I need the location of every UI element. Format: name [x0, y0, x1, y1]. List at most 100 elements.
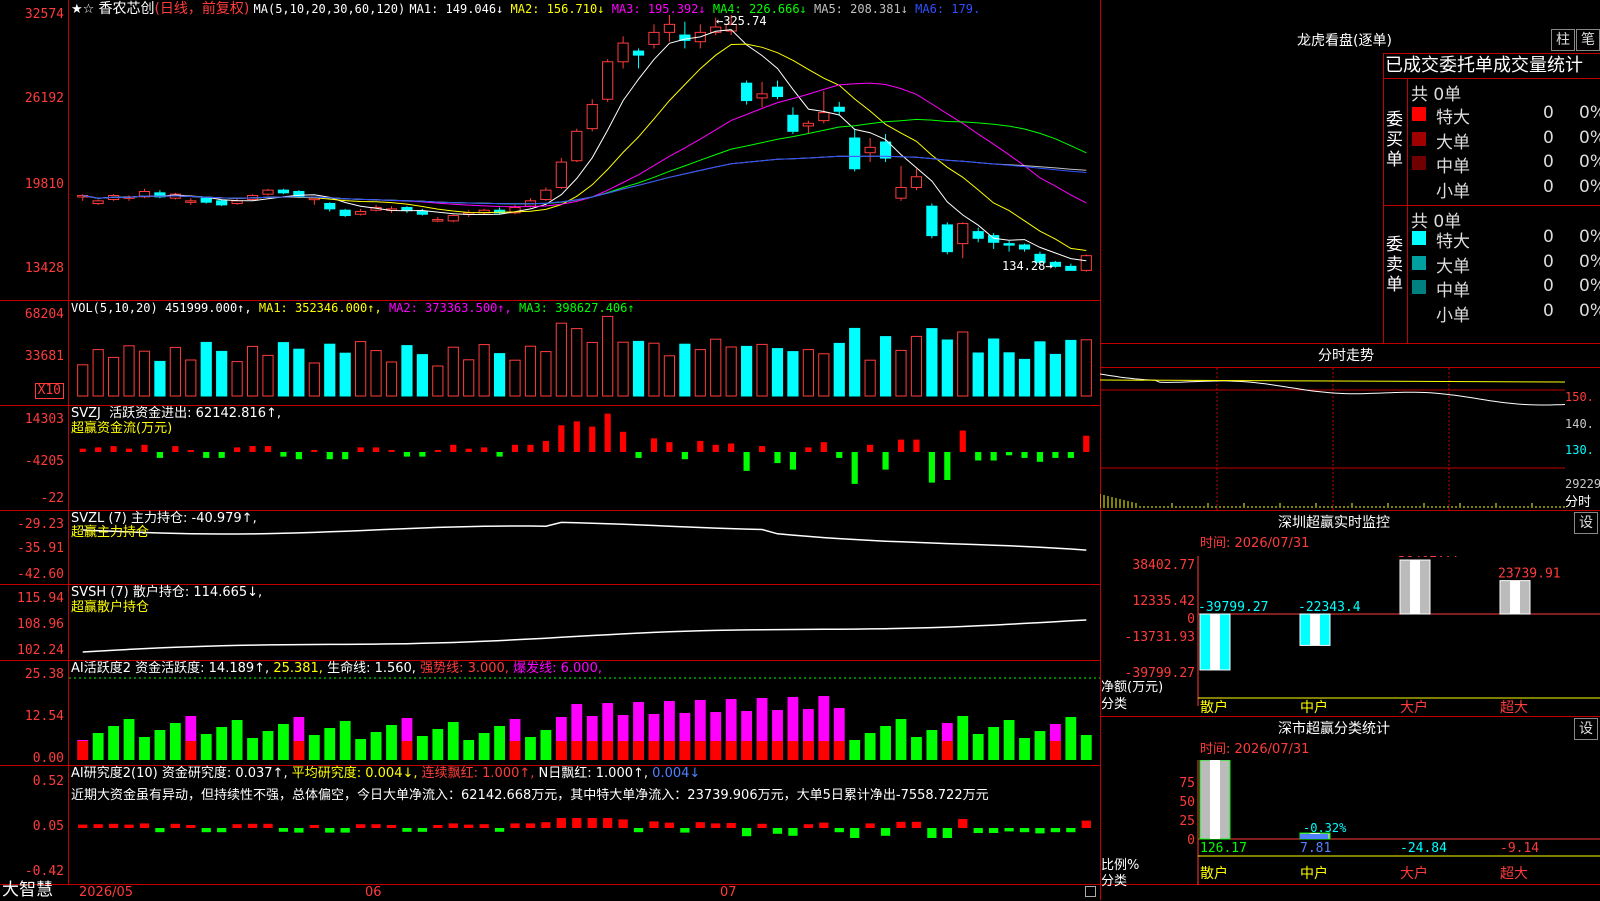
ai-bar — [386, 725, 397, 760]
ai2-bar — [448, 823, 458, 828]
divider — [1407, 78, 1408, 343]
ai2-bar — [433, 825, 443, 828]
ai-bar-base — [1049, 741, 1061, 760]
volume-bar — [941, 339, 953, 397]
date-label: 2026/05 — [79, 885, 134, 900]
ai2-header: AI研究度2(10) 资金研究度: 0.037↑, 平均研究度: 0.004↓,… — [71, 766, 701, 781]
monitor-settings-button[interactable]: 设 — [1574, 512, 1598, 534]
ai-bar-base — [555, 741, 567, 760]
svsh-tick: 108.96 — [17, 617, 64, 632]
ai-bar-base — [664, 741, 675, 760]
svzj-bar — [419, 452, 426, 457]
candle-body — [555, 161, 567, 188]
candle-body — [416, 211, 428, 215]
volume-bar — [988, 338, 1000, 397]
ai-bar-base — [571, 741, 583, 760]
svzj-bar — [913, 439, 920, 452]
candle-body — [802, 122, 814, 127]
order-type: 特大 — [1436, 232, 1470, 252]
ai2-bar — [386, 825, 397, 828]
candle-body — [941, 224, 953, 253]
candle-body — [602, 61, 614, 100]
svzj-bar — [218, 452, 225, 458]
class-category: 散户 — [1200, 865, 1228, 882]
ai-bar-base — [185, 741, 197, 760]
class-bar-chart: 75 50 25 0 126.17 散户 7.81 中户 -24.84 大户 -9.14 超大 -0.3… — [1179, 760, 1600, 885]
candle-body — [632, 50, 645, 56]
svzj-bar — [697, 440, 704, 452]
volume-bar — [324, 343, 336, 397]
svzj-bar — [187, 450, 194, 452]
candle-body — [833, 106, 845, 112]
ai-bar-base — [401, 741, 413, 760]
svzj-tick: 14303 — [24, 412, 64, 427]
svzj-bar — [496, 452, 503, 457]
ai-bar — [957, 716, 969, 760]
svzj-bar — [1005, 452, 1013, 456]
svzj-bar — [573, 421, 580, 452]
svzj-bar — [481, 447, 488, 452]
ai-bar — [308, 735, 320, 760]
candle-body — [1065, 265, 1077, 271]
svzj-subtitle: 超赢资金流(万元) — [71, 421, 173, 436]
candle-body — [586, 104, 598, 130]
vol-tick: 33681 — [24, 349, 64, 364]
order-count: 0 — [1543, 227, 1554, 247]
intraday-chart[interactable] — [1100, 368, 1565, 510]
volume-bar — [1003, 352, 1015, 397]
monitor-category: 散户 — [1200, 699, 1228, 716]
ai2-bar — [479, 824, 489, 828]
volume-bar — [185, 359, 197, 397]
class-title: 深市超赢分类统计 — [1278, 721, 1390, 737]
volume-bar — [540, 351, 552, 397]
bar-view-button[interactable]: 柱 — [1551, 29, 1575, 51]
monitor-axis-label: 净额(万元) — [1101, 680, 1164, 695]
monitor-category: 大户 — [1400, 699, 1428, 716]
ai-bar — [988, 727, 1000, 760]
ai2-bar — [572, 818, 582, 828]
volume-bar — [586, 341, 598, 397]
svzj-bar — [681, 452, 688, 460]
price-tick: 32574 — [24, 7, 64, 22]
candle-body — [926, 205, 938, 237]
order-count: 0 — [1543, 127, 1554, 148]
price-tick: 19810 — [24, 177, 64, 192]
candle-body — [92, 200, 104, 205]
svzj-bar — [1036, 452, 1044, 462]
volume-bar — [524, 345, 537, 397]
svzj-bar — [280, 452, 287, 457]
lock-icon[interactable] — [1085, 886, 1096, 897]
ai-bar — [123, 719, 135, 760]
volume-bar — [123, 345, 135, 397]
buy-orders-label: 委买单 — [1386, 110, 1403, 170]
class-settings-button[interactable]: 设 — [1574, 718, 1598, 740]
volume-bar — [432, 365, 444, 397]
volume-bar — [555, 322, 567, 397]
main-chart-canvas[interactable] — [69, 0, 1100, 884]
svzl-tick: -35.91 — [17, 541, 64, 556]
svzj-bar — [125, 448, 133, 452]
tick-view-button[interactable]: 笔 — [1576, 29, 1600, 51]
favorite-star-icon[interactable]: ★ — [71, 2, 83, 17]
chart-mode[interactable]: (日线，前复权) — [154, 1, 249, 17]
volume-bar — [246, 345, 259, 397]
ai-bar-base — [725, 741, 737, 760]
volume-bar — [694, 349, 706, 397]
order-percent: 0% — [1579, 300, 1600, 321]
candle-body — [355, 211, 367, 215]
svsh-subtitle: 超赢散户持仓 — [71, 600, 150, 615]
ai2-bar — [78, 824, 88, 828]
order-type: 大单 — [1436, 132, 1470, 153]
class-value: 7.81 — [1300, 841, 1331, 856]
ai2-bar — [402, 828, 412, 832]
add-star-icon[interactable]: ☆ — [83, 2, 95, 17]
intraday-title: 分时走势 — [1318, 348, 1374, 364]
volume-bars — [77, 315, 1092, 397]
intraday-tick: 150. — [1565, 390, 1594, 404]
volume-bar — [293, 348, 305, 397]
panel-divider — [1100, 343, 1600, 344]
ai2-bar — [880, 828, 891, 836]
divider — [1383, 205, 1600, 206]
ai2-bar — [1066, 828, 1076, 833]
candle-body — [787, 114, 799, 132]
